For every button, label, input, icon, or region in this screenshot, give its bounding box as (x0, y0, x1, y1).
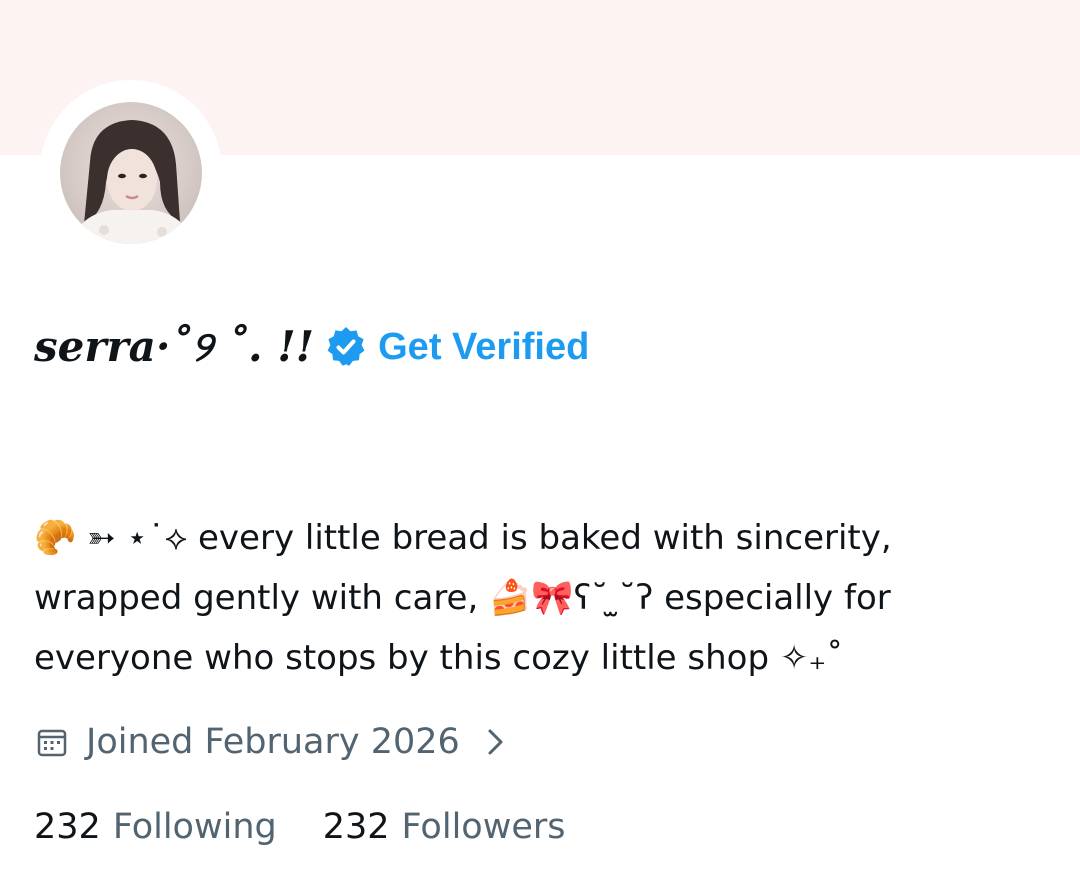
joined-date-row[interactable]: Joined February 2026 (36, 715, 508, 769)
display-name: serra·˚୨ ˚. !! (34, 322, 315, 371)
get-verified-link[interactable]: Get Verified (378, 326, 589, 369)
follow-stats: 232 Following 232 Followers (34, 800, 566, 854)
bio-line: 🥐 ➳ ⋆˙⟡ every little bread is baked with… (34, 518, 892, 558)
following-count: 232 (34, 807, 101, 847)
calendar-icon (36, 726, 68, 758)
followers-count: 232 (322, 807, 390, 847)
profile-bio: 🥐 ➳ ⋆˙⟡ every little bread is baked with… (34, 508, 1044, 688)
followers-link[interactable]: 232 Followers (323, 807, 566, 847)
chevron-right-icon (484, 725, 508, 759)
following-label: Following (112, 807, 277, 847)
bio-line: wrapped gently with care, 🍰🎀ʕ˘ ̫˘ʔ espec… (34, 578, 891, 618)
profile-name-row: serra·˚୨ ˚. !! Get Verified (34, 312, 589, 382)
avatar[interactable] (60, 102, 202, 244)
bio-line: everyone who stops by this cozy little s… (34, 638, 844, 678)
avatar-photo (70, 120, 194, 244)
verified-badge-icon[interactable] (324, 325, 368, 369)
following-link[interactable]: 232 Following (34, 807, 277, 847)
joined-date-text: Joined February 2026 (86, 722, 460, 762)
followers-label: Followers (401, 807, 566, 847)
